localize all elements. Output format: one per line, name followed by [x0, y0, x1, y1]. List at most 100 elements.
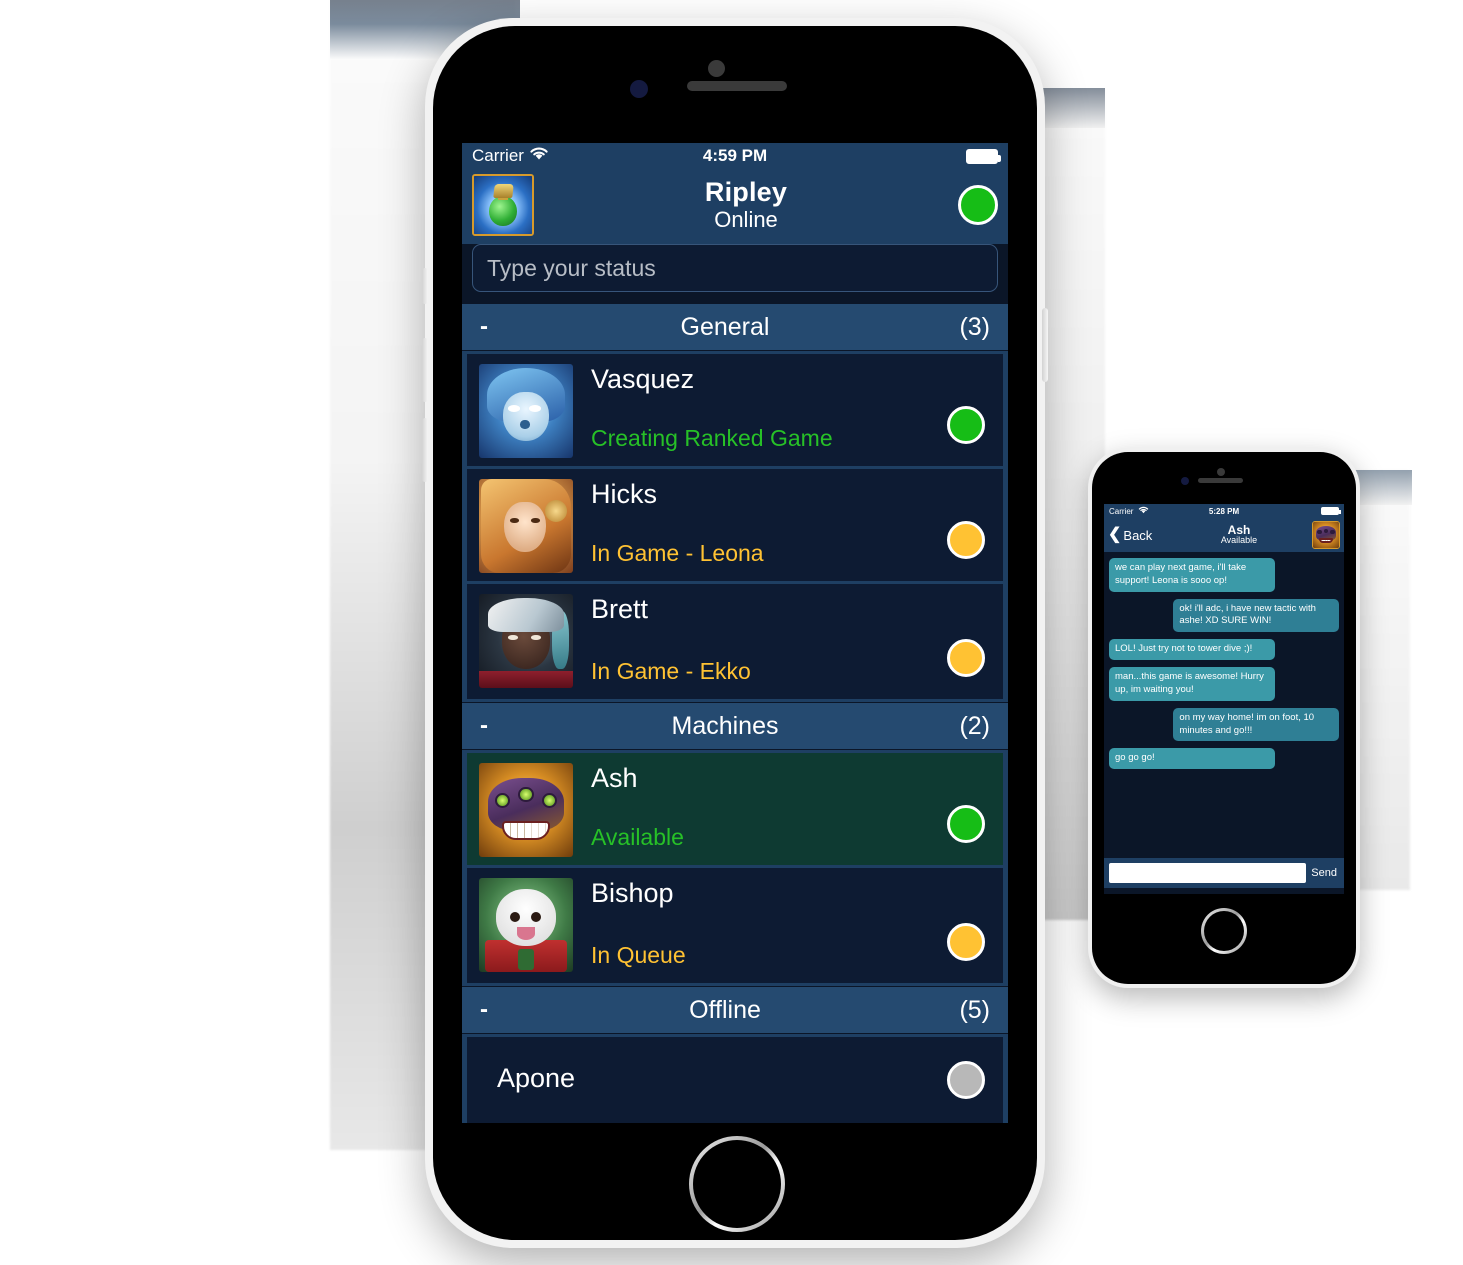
friend-name: Ash: [591, 763, 638, 793]
friend-name: Bishop: [591, 878, 674, 908]
friend-presence-dot[interactable]: [947, 521, 985, 559]
group-count: (3): [959, 312, 990, 341]
status-bar-left-small: Carrier: [1109, 506, 1209, 516]
profile-identity: Ripley Online: [546, 177, 946, 233]
chat-contact-identity: Ash Available: [1166, 524, 1312, 546]
leona-avatar: [479, 479, 573, 573]
group-count: (2): [959, 711, 990, 740]
group-title: General: [680, 312, 770, 341]
battery-full-icon: [966, 148, 1001, 164]
friend-status: Creating Ranked Game: [591, 425, 833, 451]
group-collapse-toggle[interactable]: -: [480, 313, 520, 341]
ios-status-bar-small: Carrier 5:28 PM: [1104, 504, 1344, 518]
friend-row[interactable]: Ash Available: [467, 753, 1003, 868]
chat-bubble-them: man...this game is awesome! Hurry up, im…: [1109, 667, 1275, 701]
ash-mask-avatar: [479, 763, 573, 857]
group-rows: Apone: [462, 1034, 1008, 1123]
friend-presence-dot-wrap: [947, 354, 1003, 466]
status-input-placeholder: Type your status: [487, 254, 656, 281]
ios-status-bar: Carrier 4:59 PM: [462, 143, 1008, 169]
status-bar-clock-small: 5:28 PM: [1208, 506, 1240, 516]
group-title: Machines: [671, 711, 779, 740]
back-button[interactable]: ❮ Back: [1108, 527, 1166, 543]
friend-text: Apone: [467, 1053, 947, 1108]
secondary-phone-device: Carrier 5:28 PM ❮ Back Ash Available we …: [1088, 448, 1360, 988]
chat-bubble-them: we can play next game, i'll take support…: [1109, 558, 1275, 592]
friend-status: Available: [591, 824, 684, 850]
friend-presence-dot[interactable]: [947, 639, 985, 677]
chat-composer: Send: [1104, 858, 1344, 888]
home-button-small[interactable]: [1201, 908, 1247, 954]
group-collapse-toggle[interactable]: -: [480, 996, 520, 1024]
friend-row[interactable]: Brett In Game - Ekko: [467, 584, 1003, 699]
volume-up-button[interactable]: [422, 338, 428, 402]
chat-contact-presence: Available: [1220, 535, 1258, 546]
status-bar-clock: 4:59 PM: [702, 146, 768, 165]
screenshot-stage: Carrier 4:59 PM Ripley Online Type your …: [0, 0, 1463, 1265]
wifi-icon-small: [1138, 506, 1149, 516]
proximity-sensor-icon: [630, 80, 648, 98]
primary-phone-screen: Carrier 4:59 PM Ripley Online Type your …: [462, 143, 1008, 1123]
group-collapse-toggle[interactable]: -: [480, 712, 520, 740]
chat-bubble-them: go go go!: [1109, 748, 1275, 770]
friend-presence-dot-wrap: [947, 1061, 1003, 1099]
friend-row[interactable]: Apone: [467, 1037, 1003, 1123]
chat-bubble-me: ok! i'll adc, i have new tactic with ash…: [1173, 598, 1339, 633]
message-input[interactable]: [1109, 863, 1307, 883]
friend-status: In Queue: [591, 942, 686, 968]
chat-contact-avatar[interactable]: [1312, 521, 1340, 549]
chat-bubble-me: on my way home! im on foot, 10 minutes a…: [1173, 707, 1339, 742]
friend-text: Brett In Game - Ekko: [583, 584, 947, 699]
friend-text: Bishop In Queue: [583, 868, 947, 983]
group-count: (5): [959, 995, 990, 1024]
own-presence-dot[interactable]: [958, 185, 998, 225]
friend-presence-dot[interactable]: [947, 406, 985, 444]
friend-list: - General (3) Vasquez Creating Ranked Game Hi…: [462, 303, 1008, 1123]
friend-presence-dot-wrap: [947, 469, 1003, 581]
page-title: Ripley: [704, 177, 788, 207]
volume-down-button[interactable]: [422, 418, 428, 482]
poro-avatar: [479, 878, 573, 972]
friend-text: Hicks In Game - Leona: [583, 469, 947, 581]
group-rows: Vasquez Creating Ranked Game Hicks In Game …: [462, 351, 1008, 702]
chat-message-thread: we can play next game, i'll take support…: [1104, 552, 1344, 858]
friend-name: Brett: [591, 594, 649, 624]
home-button[interactable]: [689, 1136, 785, 1232]
status-bar-right: [767, 148, 1001, 164]
front-camera-icon-small: [1217, 468, 1225, 476]
friend-row[interactable]: Vasquez Creating Ranked Game: [467, 354, 1003, 469]
proximity-sensor-icon-small: [1181, 477, 1189, 485]
secondary-phone-screen: Carrier 5:28 PM ❮ Back Ash Available we …: [1104, 504, 1344, 894]
ghost-avatar: [479, 364, 573, 458]
friend-presence-dot[interactable]: [947, 1061, 985, 1099]
primary-phone-device: Carrier 4:59 PM Ripley Online Type your …: [422, 18, 1048, 1248]
chat-header: ❮ Back Ash Available: [1104, 518, 1344, 552]
earpiece-speaker-icon-small: [1198, 478, 1243, 483]
friend-presence-dot[interactable]: [947, 805, 985, 843]
friend-row[interactable]: Bishop In Queue: [467, 868, 1003, 983]
group-header-general[interactable]: - General (3): [462, 303, 1008, 351]
battery-full-icon-small: [1321, 507, 1342, 515]
group-rows: Ash Available Bishop In Queue: [462, 750, 1008, 986]
friend-presence-dot-wrap: [947, 868, 1003, 983]
wifi-icon: [529, 146, 549, 166]
group-header-offline[interactable]: - Offline (5): [462, 986, 1008, 1034]
group-header-machines[interactable]: - Machines (2): [462, 702, 1008, 750]
friend-text: Vasquez Creating Ranked Game: [583, 354, 947, 466]
friend-presence-dot-wrap: [947, 753, 1003, 865]
carrier-label: Carrier: [472, 146, 524, 165]
power-button[interactable]: [1042, 308, 1048, 382]
friend-status: In Game - Leona: [591, 540, 764, 566]
status-bar-right-small: [1239, 507, 1342, 515]
own-presence-label: Online: [714, 207, 778, 232]
friend-presence-dot[interactable]: [947, 923, 985, 961]
potion-avatar[interactable]: [472, 174, 534, 236]
send-button[interactable]: Send: [1311, 867, 1339, 879]
status-input[interactable]: Type your status: [472, 244, 998, 292]
ekko-avatar: [479, 594, 573, 688]
friend-status: In Game - Ekko: [591, 658, 751, 684]
friend-name: Vasquez: [591, 364, 695, 394]
friend-row[interactable]: Hicks In Game - Leona: [467, 469, 1003, 584]
front-camera-icon: [708, 60, 725, 77]
mute-switch[interactable]: [422, 268, 428, 304]
